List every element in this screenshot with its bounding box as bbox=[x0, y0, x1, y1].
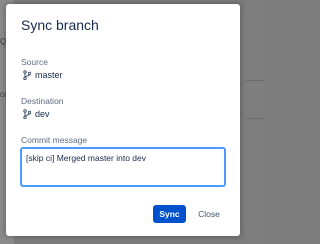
destination-label: Destination bbox=[21, 96, 64, 106]
background-page-right bbox=[246, 0, 265, 244]
source-branch-name: master bbox=[35, 70, 63, 80]
close-button[interactable]: Close bbox=[192, 205, 226, 223]
sync-branch-dialog: Sync branch Source master Destination de… bbox=[6, 4, 240, 236]
destination-branch: dev bbox=[23, 108, 50, 120]
source-label: Source bbox=[21, 57, 48, 67]
destination-branch-name: dev bbox=[35, 109, 50, 119]
commit-message-label: Commit message bbox=[21, 135, 88, 145]
commit-message-input[interactable]: [skip ci] Merged master into dev bbox=[20, 147, 226, 187]
branch-icon bbox=[23, 109, 31, 119]
background-divider bbox=[246, 118, 265, 119]
dialog-title: Sync branch bbox=[21, 17, 99, 33]
sync-button[interactable]: Sync bbox=[153, 205, 186, 223]
background-divider bbox=[246, 80, 265, 81]
branch-icon bbox=[23, 70, 31, 80]
source-branch: master bbox=[23, 69, 63, 81]
